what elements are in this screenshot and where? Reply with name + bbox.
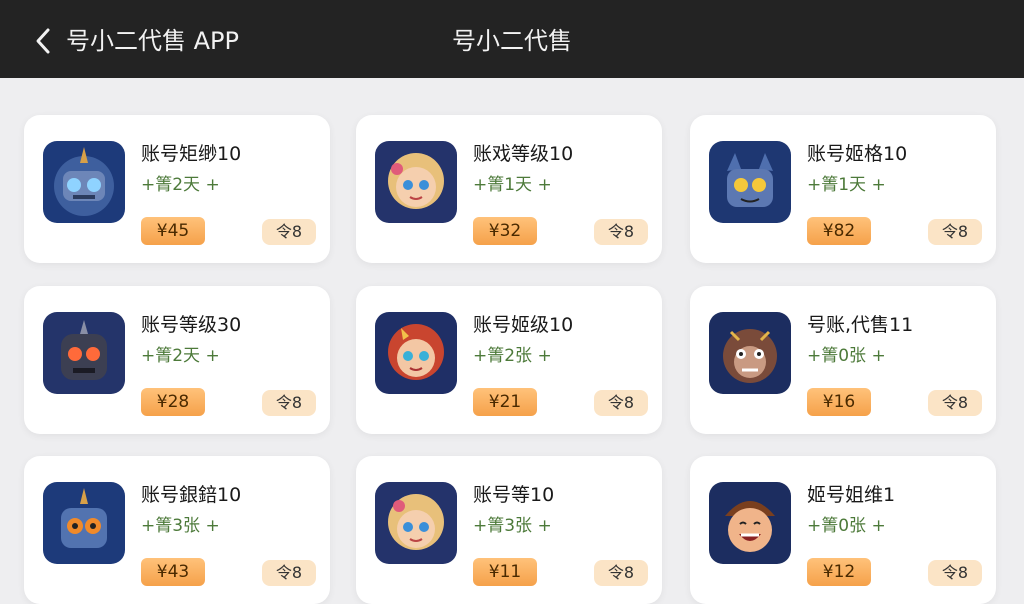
laughing-boy-icon — [709, 482, 791, 564]
price-badge: ¥12 — [807, 558, 871, 586]
tag-button[interactable]: 令8 — [594, 219, 648, 245]
tag-button[interactable]: 令8 — [594, 390, 648, 416]
robot-dark-icon — [43, 312, 125, 394]
price-badge: ¥32 — [473, 217, 537, 245]
robot-orange-icon — [43, 482, 125, 564]
price-badge: ¥82 — [807, 217, 871, 245]
listing-subtitle: +箐2张 + — [473, 346, 552, 366]
listing-title: 姬号姐维1 — [807, 484, 896, 506]
listing-card[interactable]: 账号姬格10 +箐1天 + ¥82 令8 — [690, 115, 996, 263]
listing-card[interactable]: 账号等级30 +箐2天 + ¥28 令8 — [24, 286, 330, 434]
blonde-girl-2-icon — [375, 482, 457, 564]
listing-title: 账号矩缈10 — [141, 143, 242, 165]
tag-button[interactable]: 令8 — [928, 219, 982, 245]
listing-card[interactable]: 账号銀錇10 +箐3张 + ¥43 令8 — [24, 456, 330, 604]
listing-title: 号账,代售11 — [807, 314, 914, 336]
listing-subtitle: +箐1天 + — [807, 175, 886, 195]
tag-button[interactable]: 令8 — [928, 390, 982, 416]
tag-button[interactable]: 令8 — [262, 219, 316, 245]
listing-title: 账号姬格10 — [807, 143, 908, 165]
tag-button[interactable]: 令8 — [262, 560, 316, 586]
listing-subtitle: +箐0张 + — [807, 346, 886, 366]
listing-subtitle: +箐0张 + — [807, 516, 886, 536]
listing-subtitle: +箐3张 + — [473, 516, 552, 536]
listing-card[interactable]: 账戏等级10 +箐1天 + ¥32 令8 — [356, 115, 662, 263]
listing-subtitle: +箐2天 + — [141, 175, 220, 195]
listing-card[interactable]: 号账,代售11 +箐0张 + ¥16 令8 — [690, 286, 996, 434]
robot-blue-icon — [43, 141, 125, 223]
tag-button[interactable]: 令8 — [594, 560, 648, 586]
blonde-girl-icon — [375, 141, 457, 223]
price-badge: ¥16 — [807, 388, 871, 416]
listing-card[interactable]: 账号等10 +箐3张 + ¥11 令8 — [356, 456, 662, 604]
tag-button[interactable]: 令8 — [262, 390, 316, 416]
listing-card[interactable]: 账号姬级10 +箐2张 + ¥21 令8 — [356, 286, 662, 434]
listing-title: 账号等10 — [473, 484, 555, 506]
listing-grid: 账号矩缈10 +箐2天 + ¥45 令8 账戏等级10 +箐1天 + ¥32 令… — [0, 0, 1024, 604]
price-badge: ¥28 — [141, 388, 205, 416]
price-badge: ¥45 — [141, 217, 205, 245]
price-badge: ¥43 — [141, 558, 205, 586]
redhair-girl-icon — [375, 312, 457, 394]
listing-title: 账戏等级10 — [473, 143, 574, 165]
listing-card[interactable]: 姬号姐维1 +箐0张 + ¥12 令8 — [690, 456, 996, 604]
price-badge: ¥11 — [473, 558, 537, 586]
listing-title: 账号等级30 — [141, 314, 242, 336]
listing-title: 账号姬级10 — [473, 314, 574, 336]
price-badge: ¥21 — [473, 388, 537, 416]
monkey-icon — [709, 312, 791, 394]
listing-subtitle: +箐1天 + — [473, 175, 552, 195]
listing-subtitle: +箐2天 + — [141, 346, 220, 366]
tag-button[interactable]: 令8 — [928, 560, 982, 586]
listing-title: 账号銀錇10 — [141, 484, 242, 506]
listing-card[interactable]: 账号矩缈10 +箐2天 + ¥45 令8 — [24, 115, 330, 263]
robot-yellow-eyes-icon — [709, 141, 791, 223]
listing-subtitle: +箐3张 + — [141, 516, 220, 536]
